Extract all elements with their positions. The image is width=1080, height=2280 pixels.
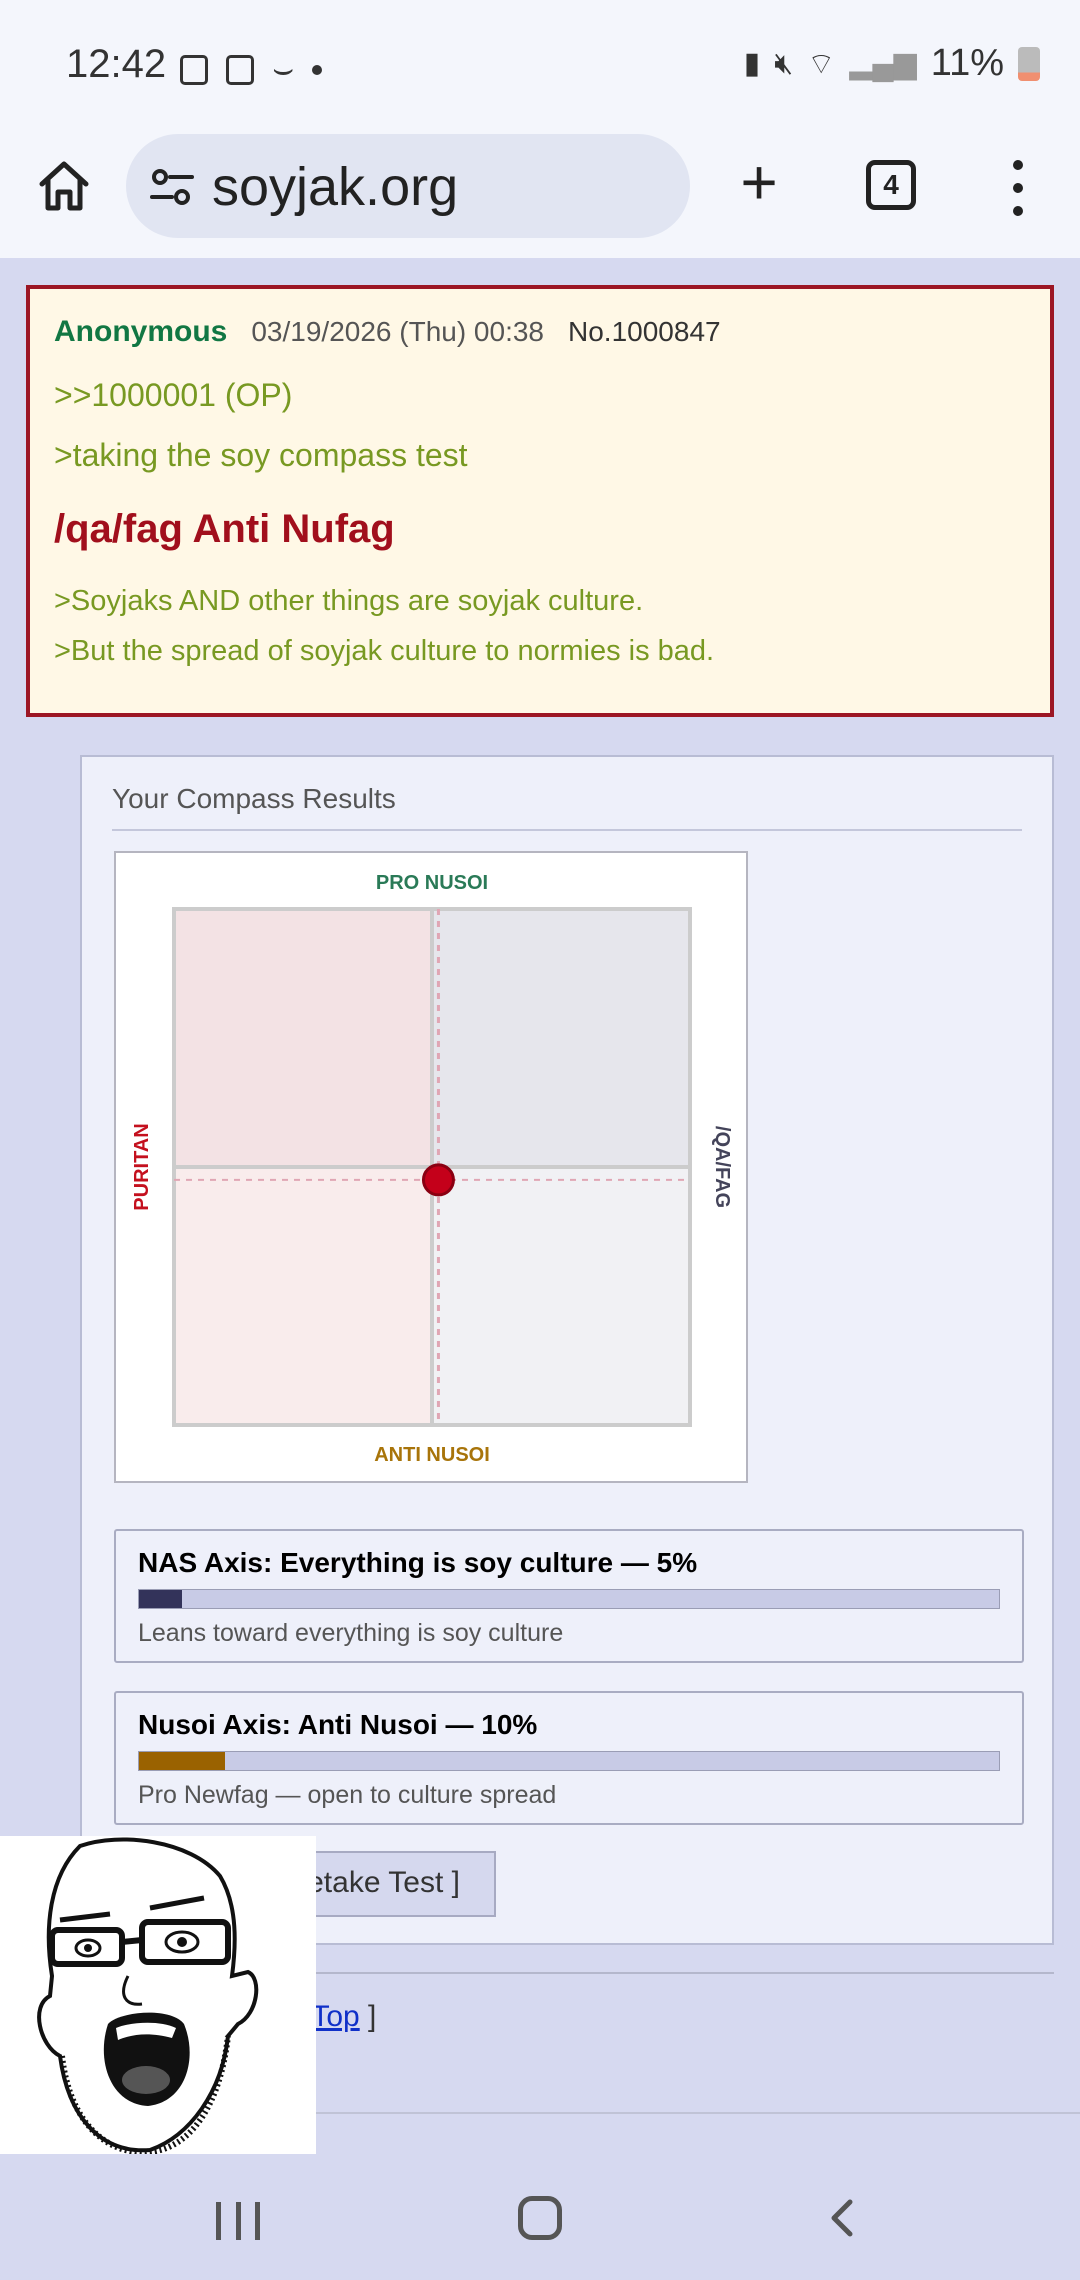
- quadrant-bottom-right: [432, 1167, 690, 1425]
- wifi-icon: ⌔: [807, 47, 836, 81]
- new-tab-icon[interactable]: +: [734, 150, 784, 214]
- greentext-line: >taking the soy compass test: [54, 437, 468, 473]
- post: Anonymous 03/19/2026 (Thu) 00:38 No.1000…: [26, 285, 1054, 717]
- battery-saver-icon: ▮: [743, 47, 761, 80]
- home-icon[interactable]: [36, 158, 92, 214]
- nas-axis-card: NAS Axis: Everything is soy culture — 5%…: [114, 1529, 1024, 1663]
- nusoi-progress-fill: [139, 1752, 225, 1770]
- system-icons: ▮ 🔇︎ ⌔ ▂▄▆ 11%: [744, 42, 1040, 85]
- nas-progress-track: [138, 1589, 1000, 1609]
- signal-icon: ▂▄▆: [849, 47, 917, 80]
- axis-title: Nusoi Axis: Anti Nusoi — 10%: [138, 1709, 538, 1740]
- axis-description: Pro Newfag — open to culture spread: [138, 1781, 557, 1809]
- browser-toolbar: soyjak.org + 4: [0, 132, 1080, 258]
- label-puritan: PURITAN: [131, 1123, 153, 1210]
- nusoi-axis-card: Nusoi Axis: Anti Nusoi — 10% Pro Newfag …: [114, 1691, 1024, 1825]
- nas-progress-fill: [139, 1590, 182, 1608]
- greentext-line: >But the spread of soyjak culture to nor…: [54, 635, 715, 667]
- post-number[interactable]: No.1000847: [568, 316, 721, 348]
- system-navigation-bar: [0, 2160, 1080, 2280]
- compass-chart: PRO NUSOI ANTI NUSOI PURITAN /QA/FAG: [114, 851, 748, 1483]
- home-nav-icon[interactable]: [518, 2196, 562, 2240]
- quadrant-top-left: [174, 909, 432, 1167]
- footer-link-top[interactable]: Top: [311, 2000, 359, 2033]
- label-qafag: /QA/FAG: [711, 1126, 733, 1208]
- result-point: [421, 1163, 455, 1197]
- tab-switcher-button[interactable]: 4: [866, 160, 916, 210]
- recents-icon[interactable]: [216, 2202, 260, 2240]
- more-menu-icon[interactable]: [1008, 160, 1028, 216]
- divider: [112, 829, 1022, 831]
- soyjak-face-icon: [37, 1837, 259, 2156]
- status-time: 12:42: [66, 42, 167, 86]
- image-icon: [226, 54, 254, 85]
- quadrant-top-right: [432, 909, 690, 1167]
- soyjak-image[interactable]: [0, 1836, 316, 2156]
- notification-icons: ⌣: [180, 50, 323, 89]
- battery-percent: 11%: [930, 42, 1004, 84]
- more-notifications-icon: [312, 64, 323, 75]
- label-pro-nusoi: PRO NUSOI: [376, 872, 488, 894]
- axis-title: NAS Axis: Everything is soy culture — 5%: [138, 1547, 698, 1578]
- post-header: Anonymous 03/19/2026 (Thu) 00:38 No.1000…: [54, 315, 721, 349]
- back-icon[interactable]: [826, 2198, 856, 2238]
- compass-svg: PRO NUSOI ANTI NUSOI PURITAN /QA/FAG: [131, 872, 733, 1466]
- amazon-icon: ⌣: [272, 50, 295, 88]
- greentext-line: >Soyjaks AND other things are soyjak cul…: [54, 585, 644, 617]
- post-date: 03/19/2026 (Thu) 00:38: [251, 316, 545, 347]
- alert-icon: [180, 54, 208, 85]
- status-bar: 12:42 ⌣ ▮ 🔇︎ ⌔ ▂▄▆ 11%: [0, 0, 1080, 132]
- site-settings-icon[interactable]: [150, 168, 194, 206]
- mute-icon: 🔇︎: [774, 46, 794, 80]
- address-bar[interactable]: soyjak.org: [126, 134, 690, 238]
- panel-title: Your Compass Results: [112, 783, 396, 814]
- nusoi-progress-track: [138, 1751, 1000, 1771]
- quadrant-bottom-left: [174, 1167, 432, 1425]
- label-anti-nusoi: ANTI NUSOI: [374, 1444, 490, 1466]
- reply-link[interactable]: >>1000001 (OP): [54, 377, 292, 414]
- url-text: soyjak.org: [212, 157, 459, 217]
- result-title: /qa/fag Anti Nufag: [54, 507, 395, 551]
- battery-icon: [1018, 46, 1040, 81]
- compass-results-panel: Your Compass Results PRO NUSOI ANTI NUSO…: [80, 755, 1054, 1945]
- axis-description: Leans toward everything is soy culture: [138, 1619, 564, 1647]
- poster-name: Anonymous: [54, 315, 228, 348]
